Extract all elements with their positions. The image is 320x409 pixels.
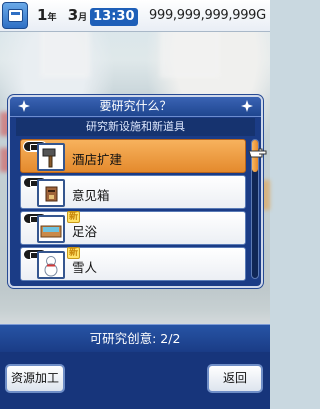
suggestion-box-icon: [45, 186, 58, 202]
pointer-hand-icon: [248, 148, 267, 158]
research-ideas-count: 可研究创意: 2/2: [0, 324, 270, 352]
item-icon-frame: [37, 143, 65, 171]
research-dialog: 要研究什么？ 研究新设施和新道具 酒店扩建 意见箱 新 足浴 新 雪人: [8, 95, 267, 288]
footbath-icon: [40, 225, 62, 238]
back-button[interactable]: 返回: [207, 364, 263, 393]
dialog-title: 要研究什么？: [99, 99, 172, 113]
year-unit: 年: [47, 13, 57, 23]
item-icon-frame: [37, 251, 65, 279]
list-item-snowman[interactable]: 新 雪人: [20, 247, 246, 281]
dialog-subtitle: 研究新设施和新道具: [16, 118, 255, 136]
list-item-suggestion-box[interactable]: 意见箱: [20, 175, 246, 209]
list-item-hotel-expansion[interactable]: 酒店扩建: [20, 139, 246, 173]
bg-decoration: [160, 28, 220, 78]
footer-panel: 可研究创意: 2/2 资源加工 返回: [0, 324, 270, 409]
date-display: 1年 3月 13:30: [37, 6, 138, 26]
menu-icon: [8, 9, 23, 22]
item-label: 意见箱: [72, 188, 110, 203]
resource-processing-button[interactable]: 资源加工: [5, 364, 65, 393]
item-icon-frame: [37, 179, 65, 207]
item-label: 酒店扩建: [72, 152, 123, 167]
dialog-title-bar: 要研究什么？: [10, 97, 261, 117]
status-bar: 1年 3月 13:30 999,999,999,999G: [0, 0, 270, 32]
money-display: 999,999,999,999G: [149, 8, 266, 23]
hammer-icon: [42, 148, 56, 168]
item-label: 足浴: [72, 224, 98, 239]
item-icon-frame: [37, 215, 65, 243]
year-value: 1: [37, 6, 48, 24]
item-label: 雪人: [72, 260, 98, 275]
list-item-footbath[interactable]: 新 足浴: [20, 211, 246, 245]
snowman-icon: [44, 256, 58, 277]
month-unit: 月: [78, 13, 88, 23]
month-value: 3: [67, 6, 79, 24]
clock: 13:30: [90, 8, 138, 26]
list-scrollbar[interactable]: [251, 139, 259, 279]
menu-button[interactable]: [2, 2, 28, 29]
research-list: 酒店扩建 意见箱 新 足浴 新 雪人: [20, 139, 246, 283]
